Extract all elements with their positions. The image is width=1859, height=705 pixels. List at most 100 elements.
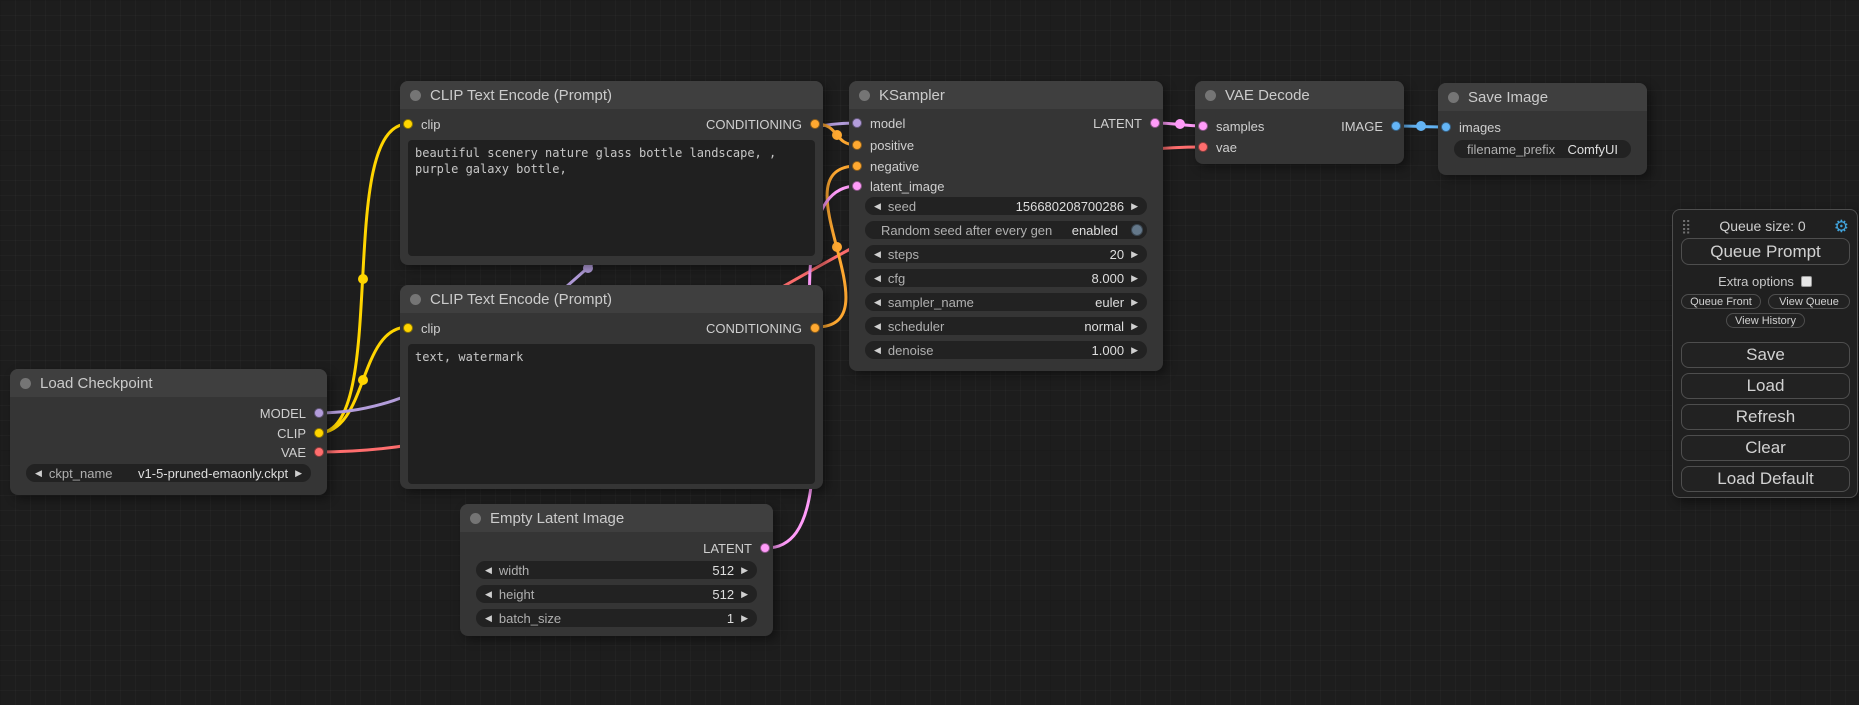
latent-port-dot[interactable] [760, 543, 770, 553]
random-seed-toggle-widget[interactable]: Random seed after every gen enabled [865, 221, 1147, 239]
conditioning-port-dot[interactable] [810, 323, 820, 333]
filename-prefix-widget[interactable]: filename_prefix ComfyUI [1454, 140, 1631, 158]
decrement-arrow-icon[interactable]: ◀ [485, 614, 492, 623]
load-button[interactable]: Load [1681, 373, 1850, 399]
decrement-arrow-icon[interactable]: ◀ [874, 202, 881, 211]
increment-arrow-icon[interactable]: ▶ [1131, 322, 1138, 331]
prompt-textarea[interactable]: beautiful scenery nature glass bottle la… [408, 140, 815, 256]
node-header[interactable]: Save Image [1438, 83, 1647, 111]
increment-arrow-icon[interactable]: ▶ [295, 469, 302, 478]
node-empty-latent-image[interactable]: Empty Latent Image LATENT ◀ width 512 ▶ … [460, 504, 773, 636]
node-header[interactable]: KSampler [849, 81, 1163, 109]
output-port-conditioning[interactable]: CONDITIONING [706, 319, 820, 337]
increment-arrow-icon[interactable]: ▶ [741, 566, 748, 575]
clip-port-dot[interactable] [314, 428, 324, 438]
output-port-vae[interactable]: VAE [281, 443, 324, 461]
node-header[interactable]: CLIP Text Encode (Prompt) [400, 81, 823, 109]
decrement-arrow-icon[interactable]: ◀ [485, 590, 492, 599]
node-vae-decode[interactable]: VAE Decode samples vae IMAGE [1195, 81, 1404, 164]
input-port-samples[interactable]: samples [1198, 117, 1264, 135]
node-clip-text-encode-negative[interactable]: CLIP Text Encode (Prompt) clip CONDITION… [400, 285, 823, 489]
width-widget[interactable]: ◀ width 512 ▶ [476, 561, 757, 579]
input-port-clip[interactable]: clip [403, 115, 441, 133]
node-header[interactable]: Empty Latent Image [460, 504, 773, 532]
decrement-arrow-icon[interactable]: ◀ [874, 274, 881, 283]
increment-arrow-icon[interactable]: ▶ [741, 614, 748, 623]
collapse-dot-icon[interactable] [470, 513, 481, 524]
input-port-negative[interactable]: negative [852, 157, 919, 175]
node-ksampler[interactable]: KSampler model positive negative latent_… [849, 81, 1163, 371]
input-port-positive[interactable]: positive [852, 136, 914, 154]
conditioning-port-dot[interactable] [810, 119, 820, 129]
queue-front-button[interactable]: Queue Front [1681, 294, 1761, 309]
ckpt-name-widget[interactable]: ◀ ckpt_name v1-5-pruned-emaonly.ckpt ▶ [26, 464, 311, 482]
extra-options-checkbox[interactable] [1801, 276, 1812, 287]
decrement-arrow-icon[interactable]: ◀ [874, 322, 881, 331]
node-header[interactable]: Load Checkpoint [10, 369, 327, 397]
input-port-images[interactable]: images [1441, 118, 1501, 136]
refresh-button[interactable]: Refresh [1681, 404, 1850, 430]
collapse-dot-icon[interactable] [1448, 92, 1459, 103]
output-port-image[interactable]: IMAGE [1341, 117, 1401, 135]
latent-port-dot[interactable] [852, 181, 862, 191]
drag-handle-icon[interactable]: ⣿ [1681, 219, 1691, 233]
settings-gear-icon[interactable]: ⚙ [1834, 218, 1849, 235]
view-history-button[interactable]: View History [1726, 313, 1805, 328]
collapse-dot-icon[interactable] [1205, 90, 1216, 101]
decrement-arrow-icon[interactable]: ◀ [874, 250, 881, 259]
seed-widget[interactable]: ◀ seed 156680208700286 ▶ [865, 197, 1147, 215]
batch-size-widget[interactable]: ◀ batch_size 1 ▶ [476, 609, 757, 627]
increment-arrow-icon[interactable]: ▶ [1131, 298, 1138, 307]
image-port-dot[interactable] [1391, 121, 1401, 131]
queue-prompt-button[interactable]: Queue Prompt [1681, 238, 1850, 265]
load-default-button[interactable]: Load Default [1681, 466, 1850, 492]
input-port-clip[interactable]: clip [403, 319, 441, 337]
input-port-model[interactable]: model [852, 114, 905, 132]
increment-arrow-icon[interactable]: ▶ [1131, 250, 1138, 259]
input-port-latent-image[interactable]: latent_image [852, 177, 944, 195]
cfg-widget[interactable]: ◀ cfg 8.000 ▶ [865, 269, 1147, 287]
clip-port-dot[interactable] [403, 119, 413, 129]
clip-port-dot[interactable] [403, 323, 413, 333]
decrement-arrow-icon[interactable]: ◀ [485, 566, 492, 575]
output-port-clip[interactable]: CLIP [277, 424, 324, 442]
node-graph-canvas[interactable]: Load Checkpoint MODEL CLIP VAE ◀ ckpt_na… [0, 0, 1859, 705]
node-load-checkpoint[interactable]: Load Checkpoint MODEL CLIP VAE ◀ ckpt_na… [10, 369, 327, 495]
sampler-name-widget[interactable]: ◀ sampler_name euler ▶ [865, 293, 1147, 311]
output-port-latent[interactable]: LATENT [703, 539, 770, 557]
vae-port-dot[interactable] [1198, 142, 1208, 152]
increment-arrow-icon[interactable]: ▶ [1131, 202, 1138, 211]
collapse-dot-icon[interactable] [410, 294, 421, 305]
output-port-latent[interactable]: LATENT [1093, 114, 1160, 132]
prompt-textarea[interactable]: text, watermark [408, 344, 815, 484]
input-port-vae[interactable]: vae [1198, 138, 1237, 156]
toggle-knob-icon[interactable] [1131, 224, 1143, 236]
node-header[interactable]: VAE Decode [1195, 81, 1404, 109]
conditioning-port-dot[interactable] [852, 140, 862, 150]
latent-port-dot[interactable] [1150, 118, 1160, 128]
node-save-image[interactable]: Save Image images filename_prefix ComfyU… [1438, 83, 1647, 175]
output-port-model[interactable]: MODEL [260, 404, 324, 422]
increment-arrow-icon[interactable]: ▶ [1131, 346, 1138, 355]
denoise-widget[interactable]: ◀ denoise 1.000 ▶ [865, 341, 1147, 359]
collapse-dot-icon[interactable] [20, 378, 31, 389]
collapse-dot-icon[interactable] [859, 90, 870, 101]
decrement-arrow-icon[interactable]: ◀ [35, 469, 42, 478]
vae-port-dot[interactable] [314, 447, 324, 457]
image-port-dot[interactable] [1441, 122, 1451, 132]
model-port-dot[interactable] [852, 118, 862, 128]
increment-arrow-icon[interactable]: ▶ [741, 590, 748, 599]
decrement-arrow-icon[interactable]: ◀ [874, 298, 881, 307]
scheduler-widget[interactable]: ◀ scheduler normal ▶ [865, 317, 1147, 335]
decrement-arrow-icon[interactable]: ◀ [874, 346, 881, 355]
output-port-conditioning[interactable]: CONDITIONING [706, 115, 820, 133]
node-clip-text-encode-positive[interactable]: CLIP Text Encode (Prompt) clip CONDITION… [400, 81, 823, 265]
save-button[interactable]: Save [1681, 342, 1850, 368]
node-header[interactable]: CLIP Text Encode (Prompt) [400, 285, 823, 313]
model-port-dot[interactable] [314, 408, 324, 418]
collapse-dot-icon[interactable] [410, 90, 421, 101]
steps-widget[interactable]: ◀ steps 20 ▶ [865, 245, 1147, 263]
view-queue-button[interactable]: View Queue [1768, 294, 1850, 309]
latent-port-dot[interactable] [1198, 121, 1208, 131]
height-widget[interactable]: ◀ height 512 ▶ [476, 585, 757, 603]
